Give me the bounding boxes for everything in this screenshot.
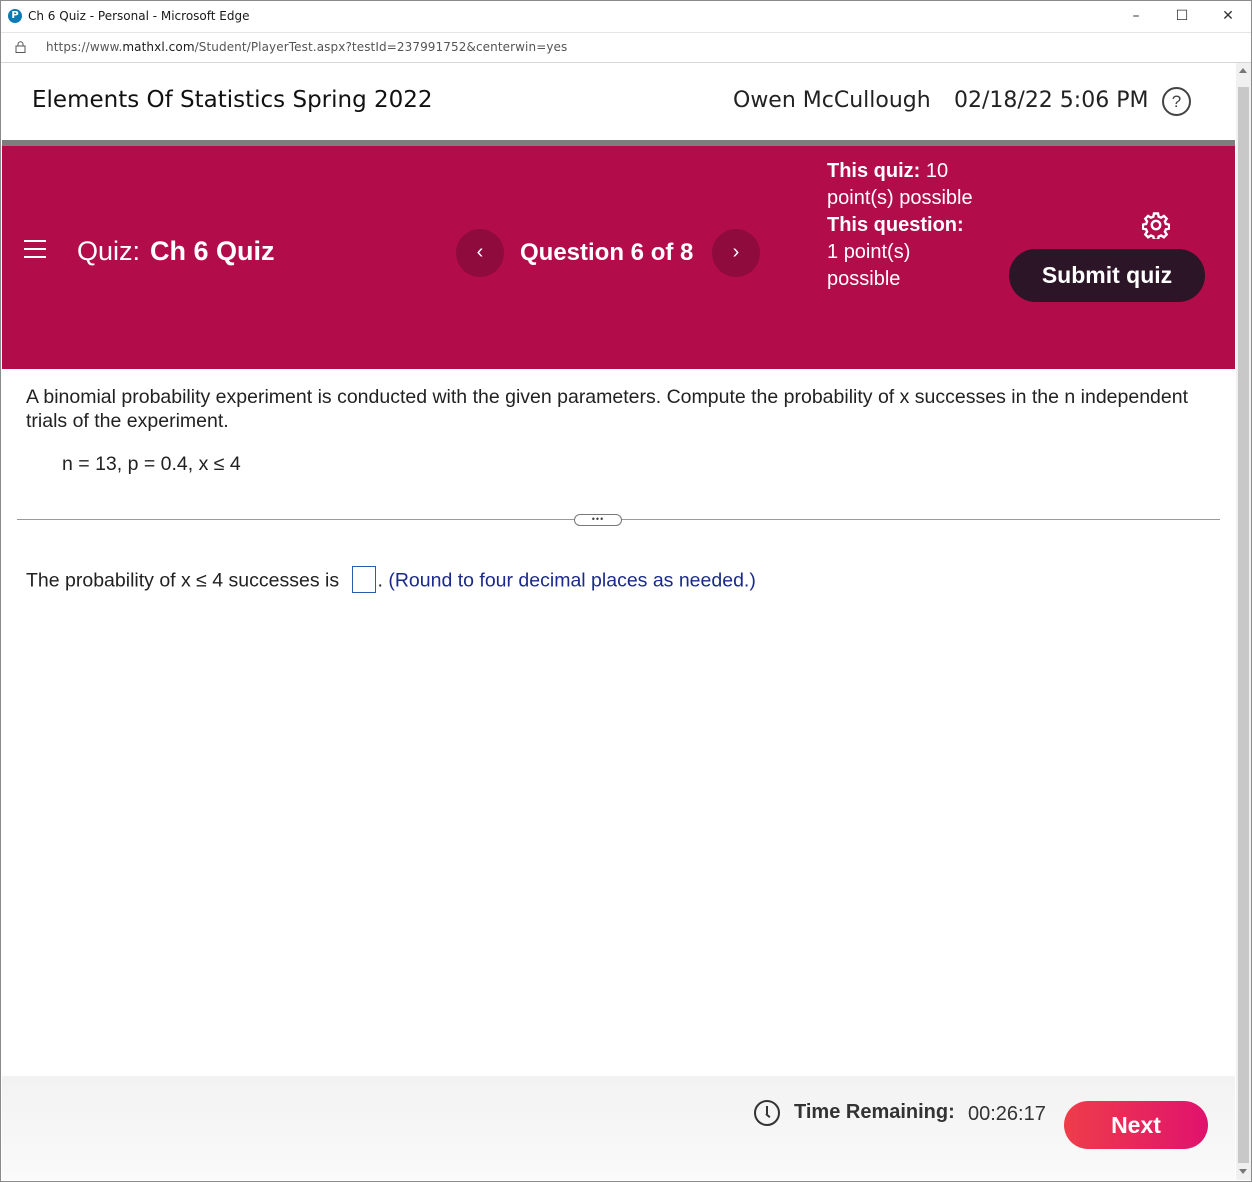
time-remaining-label: Time Remaining: (794, 1101, 955, 1123)
answer-prefix: The probability of x ≤ 4 successes is (26, 569, 340, 592)
url-text[interactable]: https://www.mathxl.com/Student/PlayerTes… (46, 40, 567, 54)
quiz-points-suffix: point(s) possible (827, 187, 973, 209)
address-bar[interactable]: https://www.mathxl.com/Student/PlayerTes… (1, 32, 1251, 63)
next-question-button[interactable]: › (712, 229, 760, 277)
rounding-hint: (Round to four decimal places as needed.… (388, 569, 756, 592)
next-button[interactable]: Next (1064, 1101, 1208, 1149)
vertical-scrollbar[interactable] (1236, 63, 1251, 1180)
footer-bar: Time Remaining: 00:26:17 Next (2, 1076, 1235, 1180)
question-counter: Question 6 of 8 (520, 239, 694, 266)
maximize-button[interactable]: ☐ (1159, 1, 1205, 31)
submit-quiz-button[interactable]: Submit quiz (1009, 249, 1205, 302)
help-icon[interactable]: ? (1162, 87, 1191, 116)
expand-more-button[interactable]: ••• (574, 514, 622, 526)
quiz-points-label: This quiz: (827, 160, 921, 182)
question-text: A binomial probability experiment is con… (26, 386, 1188, 432)
question-points-value: 1 (827, 241, 839, 263)
settings-gear-icon[interactable] (1142, 211, 1170, 239)
quiz-points-value: 10 (925, 160, 949, 182)
course-header: Elements Of Statistics Spring 2022 Owen … (2, 63, 1235, 140)
window-title: Ch 6 Quiz - Personal - Microsoft Edge (28, 9, 250, 23)
previous-question-button[interactable]: ‹ (456, 229, 504, 277)
answer-line: The probability of x ≤ 4 successes is . … (26, 566, 756, 595)
question-points-suffix: point(s) possible (827, 241, 911, 290)
question-parameters: n = 13, p = 0.4, x ≤ 4 (62, 453, 241, 475)
title-bar: P Ch 6 Quiz - Personal - Microsoft Edge … (1, 1, 1251, 31)
minimize-button[interactable]: – (1113, 1, 1159, 31)
points-info: This quiz: 10 point(s) possible This que… (827, 158, 977, 293)
url-prefix: https://www. (46, 40, 123, 54)
scrollbar-thumb[interactable] (1238, 87, 1249, 1163)
time-remaining-value: 00:26:17 (968, 1103, 1046, 1125)
close-button[interactable]: ✕ (1205, 1, 1251, 31)
user-name: Owen McCullough (733, 88, 931, 113)
quiz-prefix: Quiz: (77, 236, 141, 266)
pearson-logo-icon: P (8, 9, 22, 23)
lock-icon[interactable] (15, 41, 26, 53)
course-title: Elements Of Statistics Spring 2022 (32, 87, 433, 113)
browser-window: P Ch 6 Quiz - Personal - Microsoft Edge … (0, 0, 1252, 1182)
url-path: /Student/PlayerTest.aspx?testId=23799175… (194, 40, 568, 54)
answer-input[interactable] (351, 566, 376, 593)
page-content: Elements Of Statistics Spring 2022 Owen … (2, 63, 1235, 1180)
scroll-down-icon[interactable] (1239, 1169, 1247, 1174)
menu-icon[interactable] (24, 240, 46, 258)
quiz-banner: Quiz: Ch 6 Quiz ‹ Question 6 of 8 › This … (2, 146, 1235, 369)
scroll-up-icon[interactable] (1239, 68, 1247, 73)
answer-suffix: . (377, 569, 383, 592)
clock-icon (754, 1100, 780, 1126)
quiz-label: Quiz: Ch 6 Quiz (77, 236, 275, 267)
quiz-name: Ch 6 Quiz (150, 236, 275, 266)
date-time: 02/18/22 5:06 PM (954, 88, 1149, 113)
question-points-label: This question: (827, 214, 964, 236)
url-domain: mathxl.com (122, 40, 195, 54)
